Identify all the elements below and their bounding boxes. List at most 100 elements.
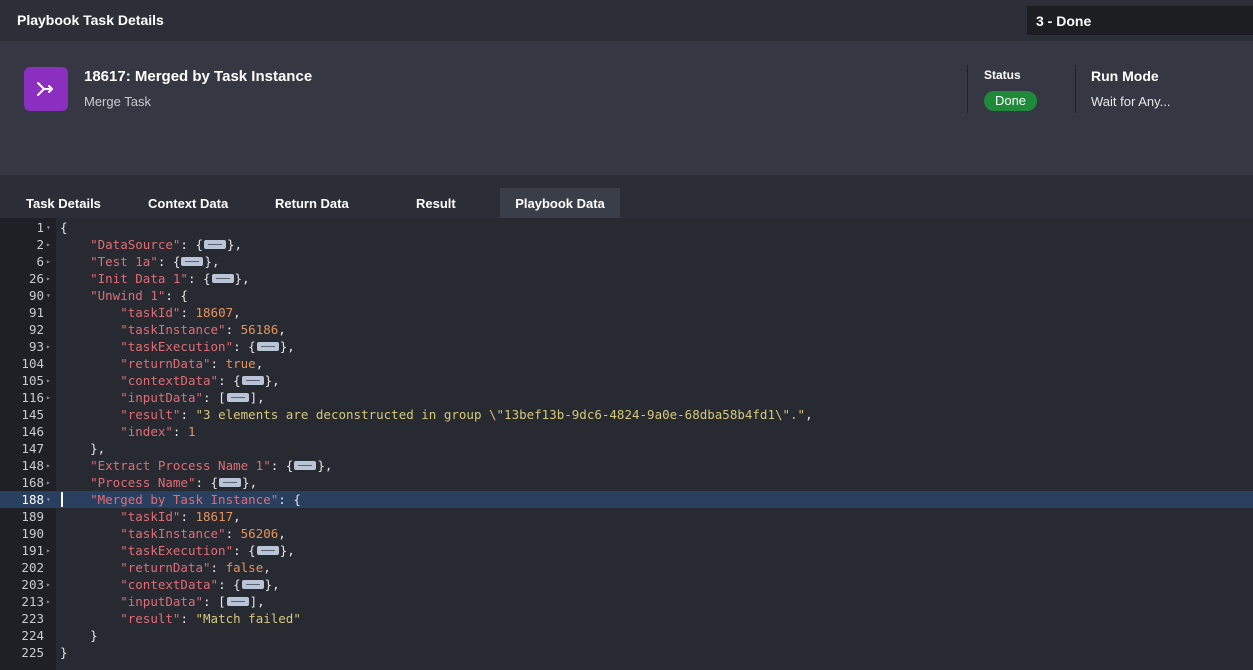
fold-closed-icon[interactable]: ▸ (46, 576, 54, 593)
fold-closed-icon[interactable]: ▸ (46, 372, 54, 389)
code-line[interactable]: 224 } (0, 627, 1253, 644)
json-editor[interactable]: 1 ▾{2 ▸ "DataSource": {}, 6 ▸ "Test 1a": {},… (0, 218, 1253, 670)
code-line[interactable]: 191 ▸ "taskExecution": {}, (0, 542, 1253, 559)
code-token: }, (279, 339, 295, 354)
code-text: "inputData": [], (60, 389, 264, 406)
tab-return-data[interactable]: Return Data (275, 188, 375, 218)
code-text: "result": "3 elements are deconstructed … (60, 406, 813, 423)
code-line[interactable]: 93 ▸ "taskExecution": {}, (0, 338, 1253, 355)
code-token: , (278, 526, 286, 541)
code-token: : (180, 407, 196, 422)
code-line[interactable]: 190 "taskInstance": 56206, (0, 525, 1253, 542)
collapsed-block-icon[interactable] (219, 478, 242, 487)
line-number: 190 (21, 526, 44, 541)
collapsed-block-icon[interactable] (226, 597, 249, 606)
code-line[interactable]: 202 "returnData": false, (0, 559, 1253, 576)
code-line[interactable]: 6 ▸ "Test 1a": {}, (0, 253, 1253, 270)
line-number: 2 (36, 237, 44, 252)
code-line[interactable]: 92 "taskInstance": 56186, (0, 321, 1253, 338)
code-text: "taskInstance": 56206, (60, 525, 286, 542)
line-number: 145 (21, 407, 44, 422)
code-token: }, (279, 543, 295, 558)
fold-closed-icon[interactable]: ▸ (46, 389, 54, 406)
line-number: 90 (28, 288, 44, 303)
code-token: : { (187, 271, 211, 286)
line-number: 93 (28, 339, 44, 354)
code-token: : { (165, 288, 188, 303)
collapsed-block-icon[interactable] (181, 257, 204, 266)
code-line[interactable]: 225} (0, 644, 1253, 661)
fold-closed-icon[interactable]: ▸ (46, 253, 54, 270)
code-line[interactable]: 26 ▸ "Init Data 1": {}, (0, 270, 1253, 287)
code-token: , (233, 305, 241, 320)
fold-closed-icon[interactable]: ▸ (46, 474, 54, 491)
collapsed-block-icon[interactable] (294, 461, 317, 470)
code-text: "taskExecution": {}, (60, 542, 295, 559)
code-line[interactable]: 105 ▸ "contextData": {}, (0, 372, 1253, 389)
code-token: "taskId" (120, 509, 181, 524)
line-number: 148 (21, 458, 44, 473)
collapsed-block-icon[interactable] (211, 274, 234, 283)
fold-closed-icon[interactable]: ▸ (46, 236, 54, 253)
collapsed-block-icon[interactable] (241, 580, 264, 589)
code-token: : { (233, 543, 256, 558)
code-token: : { (218, 373, 241, 388)
line-number: 223 (21, 611, 44, 626)
fold-closed-icon[interactable]: ▸ (46, 593, 54, 610)
line-number: 224 (21, 628, 44, 643)
code-line[interactable]: 147 }, (0, 440, 1253, 457)
collapsed-block-icon[interactable] (256, 546, 279, 555)
collapsed-block-icon[interactable] (226, 393, 249, 402)
code-token: : { (233, 339, 256, 354)
fold-closed-icon[interactable]: ▸ (46, 338, 54, 355)
line-number: 1 (36, 220, 44, 235)
code-line[interactable]: 189 "taskId": 18617, (0, 508, 1253, 525)
code-token: "index" (120, 424, 173, 439)
tab-result[interactable]: Result (416, 188, 476, 218)
code-line[interactable]: 91 "taskId": 18607, (0, 304, 1253, 321)
code-text: { (60, 219, 68, 236)
code-token: : { (195, 475, 219, 490)
fold-closed-icon[interactable]: ▸ (46, 270, 54, 287)
code-text: "Merged by Task Instance": { (60, 491, 301, 508)
fold-closed-icon[interactable]: ▸ (46, 542, 54, 559)
code-line[interactable]: 168 ▸ "Process Name": {}, (0, 474, 1253, 491)
fold-open-icon[interactable]: ▾ (46, 491, 54, 508)
code-line[interactable]: 223 "result": "Match failed" (0, 610, 1253, 627)
code-line[interactable]: 203 ▸ "contextData": {}, (0, 576, 1253, 593)
code-text: "Init Data 1": {}, (60, 270, 249, 287)
code-line[interactable]: 145 "result": "3 elements are deconstruc… (0, 406, 1253, 423)
code-token: , (278, 322, 286, 337)
fold-open-icon[interactable]: ▾ (46, 219, 54, 236)
code-token: : [ (203, 594, 226, 609)
code-token: "contextData" (120, 577, 219, 592)
code-line[interactable]: 2 ▸ "DataSource": {}, (0, 236, 1253, 253)
code-token: }, (264, 577, 280, 592)
tab-playbook-data[interactable]: Playbook Data (500, 188, 620, 218)
code-text: "taskId": 18607, (60, 304, 241, 321)
collapsed-block-icon[interactable] (256, 342, 279, 351)
code-line[interactable]: 146 "index": 1 (0, 423, 1253, 440)
code-line[interactable]: 90 ▾ "Unwind 1": { (0, 287, 1253, 304)
line-number: 91 (28, 305, 44, 320)
status-selector[interactable]: 3 - Done (1027, 6, 1253, 35)
code-token: , (255, 356, 264, 371)
run-mode-value: Wait for Any... (1091, 94, 1171, 109)
tab-context-data[interactable]: Context Data (148, 188, 248, 218)
collapsed-block-icon[interactable] (204, 240, 226, 249)
code-token: "contextData" (120, 373, 219, 388)
code-line[interactable]: 213 ▸ "inputData": [], (0, 593, 1253, 610)
code-line[interactable]: 116 ▸ "inputData": [], (0, 389, 1253, 406)
code-token: : [ (203, 390, 226, 405)
code-line[interactable]: 104 "returnData": true, (0, 355, 1253, 372)
collapsed-block-icon[interactable] (241, 376, 264, 385)
fold-open-icon[interactable]: ▾ (46, 287, 54, 304)
code-token: "Match failed" (195, 611, 301, 626)
code-line[interactable]: 148 ▸ "Extract Process Name 1": {}, (0, 457, 1253, 474)
code-token: , (805, 407, 813, 422)
code-line-selected[interactable]: 188 ▾ "Merged by Task Instance": { (0, 491, 1253, 508)
code-text: "returnData": true, (60, 355, 263, 372)
code-line[interactable]: 1 ▾ { (0, 219, 1253, 236)
tab-task-details[interactable]: Task Details (26, 188, 118, 218)
fold-closed-icon[interactable]: ▸ (46, 457, 54, 474)
